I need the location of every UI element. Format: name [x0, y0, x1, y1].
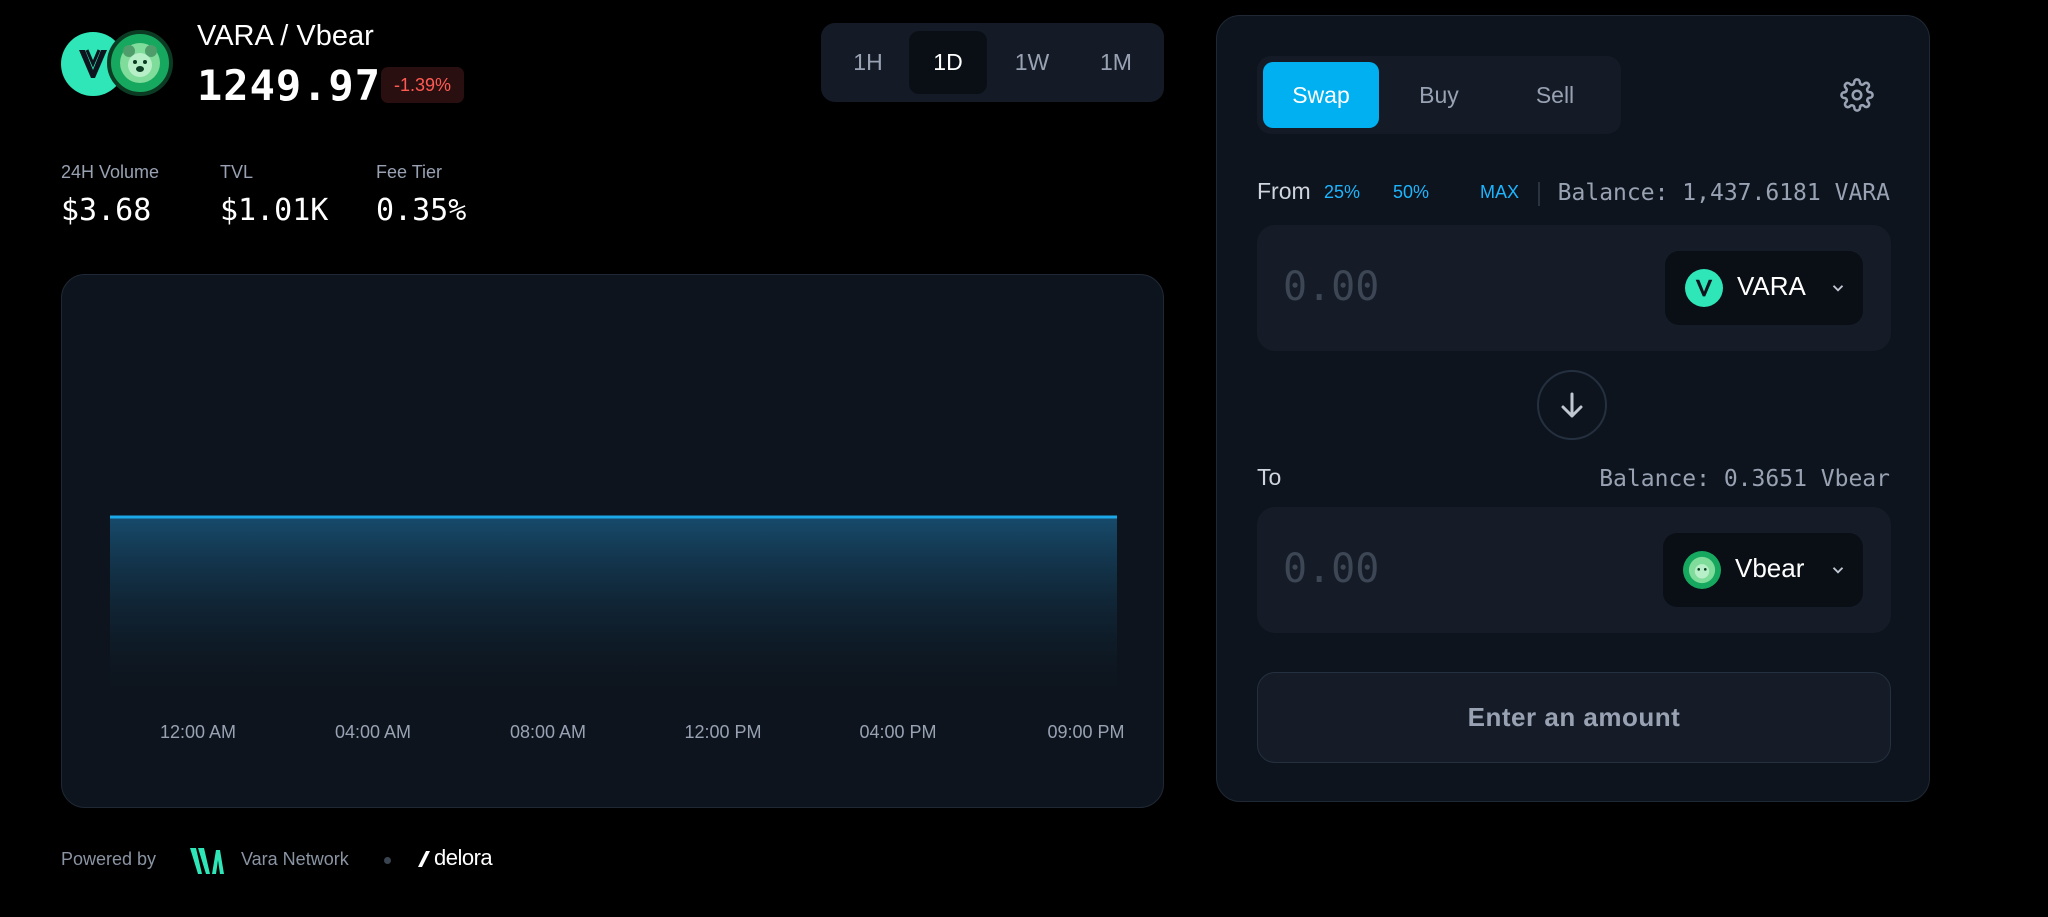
x-axis-tick-label: 04:00 AM [334, 722, 412, 742]
stat-tvl-value: $1.01K [220, 193, 329, 228]
swap-panel: Swap Buy Sell From 25% 50% MAX Balance: … [1216, 15, 1930, 802]
chevron-down-icon [1832, 567, 1844, 574]
pair-name: VARA / Vbear [197, 20, 374, 52]
stat-tvl-label: TVL [220, 162, 254, 182]
vara-token-icon [1685, 269, 1723, 307]
to-balance: Balance: 0.3651 Vbear [1599, 466, 1890, 492]
to-token-selector[interactable]: Vbear [1663, 533, 1863, 607]
enter-amount-button[interactable]: Enter an amount [1257, 672, 1891, 763]
delora-link[interactable]: delora [434, 845, 493, 871]
delora-logo-icon [418, 851, 430, 867]
price-change-badge: -1.39% [381, 67, 465, 103]
tab-swap[interactable]: Swap [1263, 62, 1379, 128]
timeframe-1w-button[interactable]: 1W [993, 31, 1071, 94]
x-axis-tick-label: 09:00 PM [1047, 722, 1125, 742]
to-amount-input[interactable] [1283, 539, 1583, 599]
arrow-down-icon [1561, 392, 1583, 418]
from-token-selector[interactable]: VARA [1665, 251, 1863, 325]
settings-gear-icon[interactable] [1840, 78, 1874, 112]
from-amount-box: VARA [1257, 225, 1891, 351]
x-axis-tick-label: 12:00 AM [159, 722, 237, 742]
timeframe-selector: 1H 1D 1W 1M [821, 23, 1164, 102]
chevron-down-icon [1832, 285, 1844, 292]
current-price: 1249.97 [197, 61, 382, 110]
tab-sell[interactable]: Sell [1497, 62, 1613, 128]
tab-buy[interactable]: Buy [1381, 62, 1497, 128]
vbear-token-icon [1683, 551, 1721, 589]
from-token-name: VARA [1737, 271, 1806, 301]
stat-fee-value: 0.35% [376, 193, 467, 228]
balance-divider [1538, 182, 1540, 206]
pct-50-button[interactable]: 50% [1393, 182, 1429, 203]
timeframe-1h-button[interactable]: 1H [829, 31, 907, 94]
stat-volume-value: $3.68 [61, 193, 152, 228]
to-token-name: Vbear [1735, 553, 1805, 583]
x-axis-tick-label: 08:00 AM [509, 722, 587, 742]
from-balance: Balance: 1,437.6181 VARA [1557, 180, 1890, 206]
pair-logos [61, 30, 173, 96]
vara-network-logo-icon [190, 848, 224, 874]
stat-volume-label: 24H Volume [61, 162, 160, 182]
trade-mode-tabs: Swap Buy Sell [1257, 56, 1621, 134]
x-axis-tick-label: 12:00 PM [684, 722, 762, 742]
stat-fee-label: Fee Tier [376, 162, 443, 182]
flip-direction-button[interactable] [1537, 370, 1607, 440]
pct-max-button[interactable]: MAX [1480, 182, 1519, 203]
pct-25-button[interactable]: 25% [1324, 182, 1360, 203]
from-label: From [1257, 178, 1311, 204]
timeframe-1d-button[interactable]: 1D [909, 31, 987, 94]
powered-by-label: Powered by [61, 849, 157, 869]
x-axis-tick-label: 04:00 PM [859, 722, 937, 742]
vbear-token-icon [107, 30, 173, 96]
from-amount-input[interactable] [1283, 257, 1583, 317]
price-chart: 12:00 AM 04:00 AM 08:00 AM 12:00 PM 04:00 PM… [61, 274, 1164, 808]
to-label: To [1257, 464, 1282, 490]
timeframe-1m-button[interactable]: 1M [1077, 31, 1155, 94]
chart-area-fill [110, 517, 1117, 695]
footer-separator [384, 857, 391, 864]
vara-network-link[interactable]: Vara Network [241, 849, 349, 870]
to-amount-box: Vbear [1257, 507, 1891, 633]
